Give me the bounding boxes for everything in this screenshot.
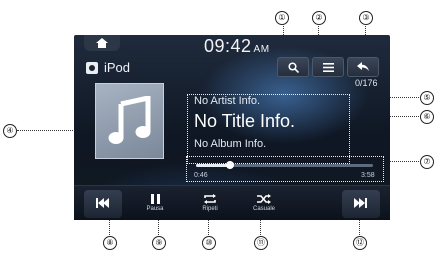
status-clock: 09:42 AM [204, 36, 270, 57]
pause-icon [150, 194, 160, 204]
shuffle-label: Casuale [252, 206, 275, 212]
callout-9: ⑨ [152, 236, 166, 250]
callout-6: ⑥ [420, 110, 434, 124]
previous-track-button[interactable] [86, 186, 120, 220]
callout-5-leader [388, 97, 419, 98]
callout-4: ④ [3, 124, 17, 138]
callout-8-leader [109, 219, 110, 235]
ipod-icon [86, 62, 98, 74]
home-button[interactable] [84, 35, 120, 51]
callout-10-leader [208, 219, 209, 235]
shuffle-button[interactable]: Casuale [244, 186, 284, 220]
callout-5: ⑤ [420, 91, 434, 105]
callout-8: ⑧ [103, 236, 117, 250]
next-track-icon [354, 198, 367, 208]
track-count: 0/176 [355, 78, 378, 88]
callout-10: ⑩ [202, 236, 216, 250]
back-button[interactable] [347, 57, 379, 77]
callout-7: ⑦ [420, 155, 434, 169]
search-icon [287, 61, 299, 73]
music-note-icon [108, 96, 150, 144]
callout-3: ③ [359, 11, 373, 25]
callout-11: ⑪ [254, 236, 268, 250]
back-arrow-icon [357, 62, 369, 71]
album-art [95, 83, 164, 159]
previous-track-icon [96, 198, 109, 208]
callout-12-leader [359, 219, 360, 235]
repeat-icon [204, 194, 216, 204]
home-icon [96, 38, 108, 48]
callout-11-leader [260, 219, 261, 235]
menu-button[interactable] [312, 57, 344, 77]
next-track-button[interactable] [344, 186, 378, 220]
callout-1: ① [275, 11, 289, 25]
repeat-label: Ripeti [202, 206, 218, 212]
source-label: iPod [104, 60, 131, 75]
menu-icon [322, 62, 334, 72]
pause-button[interactable]: Pausa [138, 186, 172, 220]
search-button[interactable] [277, 57, 309, 77]
track-info-highlight [187, 94, 350, 164]
playback-controls: Pausa Ripeti Casuale [74, 185, 390, 220]
shuffle-icon [257, 194, 271, 204]
progress-highlight [186, 156, 384, 182]
pause-label: Pausa [146, 206, 164, 212]
clock-time: 09:42 [204, 36, 252, 56]
callout-2: ② [312, 11, 326, 25]
repeat-button[interactable]: Ripeti [190, 186, 230, 220]
callout-9-leader [158, 219, 159, 235]
clock-ampm: AM [253, 44, 270, 55]
callout-12: ⑫ [353, 236, 367, 250]
